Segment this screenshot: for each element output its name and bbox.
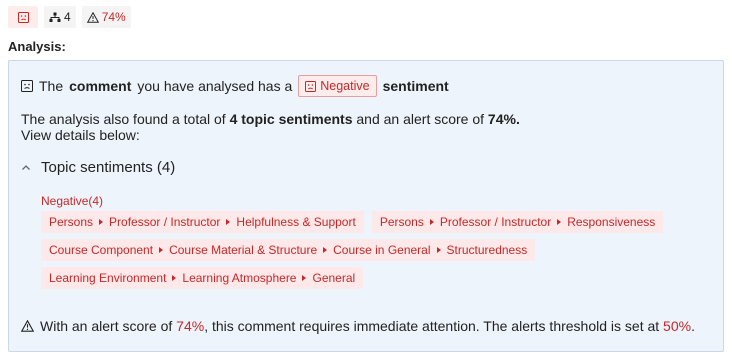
topic-path-segment: Structuredness	[446, 243, 528, 257]
footer-text-b: , this comment requires immediate attent…	[204, 318, 660, 334]
sentiment-summary: The comment you have analysed has a Nega…	[21, 75, 449, 97]
topic-path-segment: Course Material & Structure	[169, 243, 318, 257]
topic-count-badge[interactable]: 4	[44, 6, 76, 28]
topic-tag[interactable]: Learning Environment Learning Atmosphere G…	[41, 267, 364, 289]
tag-row: Course Component Course Material & Struct…	[41, 239, 681, 261]
footer-score: 74%	[176, 318, 205, 334]
footer-text-c: .	[691, 318, 695, 334]
topic-tree-icon	[49, 12, 61, 22]
topic-sentiments-toggle[interactable]: Topic sentiments (4)	[21, 159, 175, 176]
topic-path-segment: General	[312, 271, 356, 285]
topic-path-segment: Learning Atmosphere	[182, 271, 297, 285]
negative-group-label: Negative(4)	[41, 194, 104, 208]
details-text-a: The analysis also found a total of	[21, 111, 226, 127]
summary-subject: comment	[69, 78, 132, 94]
topic-path-segment: Professor / Instructor	[109, 215, 221, 229]
details-text-b: and an alert score of	[356, 111, 485, 127]
summary-middle: you have analysed has a	[137, 78, 293, 94]
details-alert-score: 74%.	[487, 111, 520, 127]
comment-icon	[21, 80, 33, 92]
warning-icon	[86, 11, 99, 23]
alert-score-value: 74%	[101, 10, 126, 24]
summary-suffix: sentiment	[382, 78, 449, 94]
topic-sentiments-heading: Topic sentiments (4)	[41, 159, 176, 176]
topic-path-segment: Course Component	[49, 243, 154, 257]
topic-path-segment: Professor / Instructor	[439, 215, 552, 229]
details-topic-count: 4 topic sentiments	[229, 111, 353, 127]
caret-right-icon	[436, 247, 441, 253]
topic-path-segment: Course in General	[333, 243, 431, 257]
negative-sentiment-chip[interactable]: Negative	[298, 75, 377, 97]
topic-tag[interactable]: Course Component Course Material & Struct…	[41, 239, 536, 261]
alert-footer: With an alert score of 74%, this comment…	[21, 318, 695, 334]
topic-path-segment: Persons	[379, 215, 424, 229]
alert-score-badge[interactable]: 74%	[81, 6, 131, 28]
topic-path-segment: Helpfulness & Support	[236, 215, 356, 229]
tag-row: Learning Environment Learning Atmosphere G…	[41, 267, 681, 289]
caret-right-icon	[323, 247, 328, 253]
topic-tag[interactable]: Persons Professor / Instructor Helpfulness…	[41, 211, 364, 233]
topic-path-segment: Persons	[49, 215, 94, 229]
caret-right-icon	[159, 247, 164, 253]
analysis-details: The analysis also found a total of 4 top…	[21, 111, 711, 143]
analysis-label: Analysis:	[8, 39, 66, 54]
topic-tag[interactable]: Persons Professor / Instructor Responsiven…	[371, 211, 664, 233]
negative-sentiment-badge[interactable]	[8, 6, 38, 28]
details-view-below: View details below:	[21, 127, 140, 143]
caret-right-icon	[172, 275, 177, 281]
summary-prefix: The	[39, 78, 64, 94]
topic-tags: Persons Professor / Instructor Helpfulness…	[41, 211, 681, 295]
header-badges: 4 74%	[8, 6, 131, 28]
footer-text-a: With an alert score of	[40, 318, 173, 334]
topic-path-segment: Learning Environment	[49, 271, 167, 285]
caret-right-icon	[226, 219, 231, 225]
caret-right-icon	[302, 275, 307, 281]
warning-icon	[21, 320, 34, 332]
analysis-panel: The comment you have analysed has a Nega…	[8, 60, 724, 352]
sad-face-icon	[17, 11, 29, 23]
sentiment-chip-label: Negative	[320, 79, 370, 93]
sad-face-icon	[305, 80, 317, 92]
chevron-up-icon	[22, 164, 30, 170]
caret-right-icon	[99, 219, 104, 225]
topic-count: 4	[64, 10, 71, 24]
caret-right-icon	[429, 219, 434, 225]
footer-threshold: 50%	[663, 318, 692, 334]
topic-path-segment: Responsiveness	[567, 215, 656, 229]
tag-row: Persons Professor / Instructor Helpfulness…	[41, 211, 681, 233]
caret-right-icon	[557, 219, 562, 225]
